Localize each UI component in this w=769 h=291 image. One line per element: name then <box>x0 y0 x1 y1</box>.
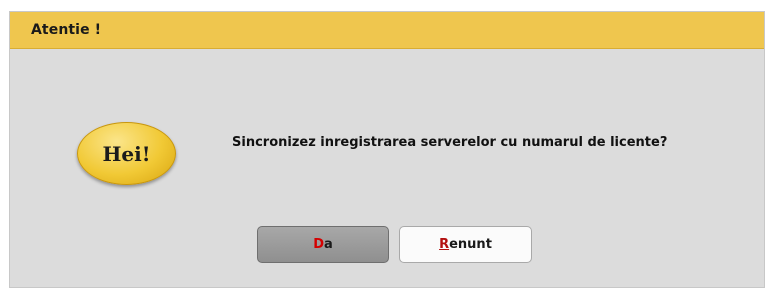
cancel-button-accelerator: R <box>439 237 450 252</box>
confirm-dialog: Atentie ! Hei! Sincronizez inregistrarea… <box>9 11 765 288</box>
badge-label: Hei! <box>102 142 151 166</box>
cancel-button-label: enunt <box>449 237 492 252</box>
yes-button-label: a <box>324 237 333 252</box>
yes-button-accelerator: D <box>313 237 324 252</box>
dialog-titlebar: Atentie ! <box>10 12 764 49</box>
yes-button[interactable]: Da <box>257 226 389 263</box>
hei-badge-icon: Hei! <box>77 122 176 185</box>
dialog-message: Sincronizez inregistrarea serverelor cu … <box>232 135 668 150</box>
cancel-button[interactable]: Renunt <box>399 226 532 263</box>
dialog-title: Atentie ! <box>31 22 102 38</box>
